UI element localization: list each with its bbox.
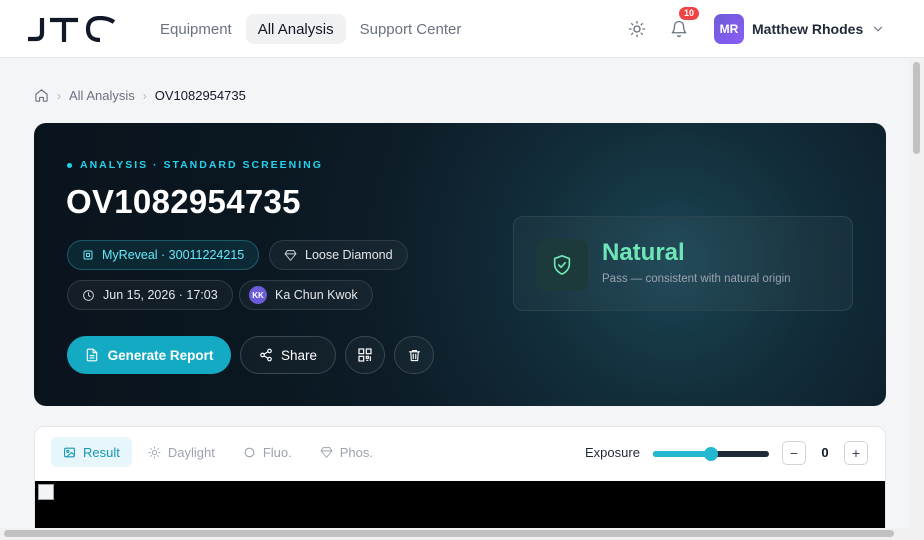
home-icon[interactable] bbox=[34, 88, 49, 103]
vertical-scrollbar-thumb[interactable] bbox=[913, 62, 920, 154]
device-chip[interactable]: MyReveal · 30011224215 bbox=[67, 240, 260, 270]
clock-icon bbox=[83, 289, 94, 301]
analysis-eyebrow: ANALYSIS · STANDARD SCREENING bbox=[67, 159, 323, 171]
stone-type-label: Loose Diamond bbox=[305, 248, 393, 262]
breadcrumb-separator: › bbox=[142, 88, 147, 103]
qr-code-button[interactable] bbox=[345, 336, 385, 374]
trash-icon bbox=[408, 349, 420, 361]
broken-image-icon bbox=[38, 484, 54, 500]
share-label: Share bbox=[280, 347, 318, 363]
delete-button[interactable] bbox=[394, 336, 434, 374]
exposure-slider[interactable] bbox=[653, 447, 769, 461]
diamond-icon bbox=[284, 249, 297, 261]
user-name: Matthew Rhodes bbox=[752, 21, 864, 37]
lighting-tabs: Result Daylight Fluo. Phos. bbox=[51, 437, 385, 467]
verdict-icon-tile bbox=[536, 239, 588, 291]
nav-equipment[interactable]: Equipment bbox=[148, 14, 244, 44]
main-nav: Equipment All Analysis Support Center bbox=[148, 14, 473, 44]
eyebrow-text: ANALYSIS · STANDARD SCREENING bbox=[80, 159, 323, 171]
device-chip-label: MyReveal · 30011224215 bbox=[102, 248, 245, 262]
share-icon bbox=[260, 348, 272, 362]
exposure-label: Exposure bbox=[585, 445, 640, 460]
diamond-icon bbox=[320, 446, 333, 458]
page-title: OV1082954735 bbox=[66, 183, 301, 220]
vertical-scrollbar[interactable] bbox=[909, 58, 924, 528]
operator-chip[interactable]: KK Ka Chun Kwok bbox=[239, 280, 373, 310]
breadcrumb-all-analysis[interactable]: All Analysis bbox=[69, 88, 135, 103]
tab-result[interactable]: Result bbox=[51, 437, 132, 467]
share-button[interactable]: Share bbox=[240, 336, 336, 374]
image-viewer-panel: Result Daylight Fluo. Phos. Exposure − 0… bbox=[34, 426, 886, 540]
nav-support-center[interactable]: Support Center bbox=[348, 14, 474, 44]
exposure-value: 0 bbox=[821, 445, 829, 460]
generate-report-button[interactable]: Generate Report bbox=[67, 336, 231, 374]
top-navbar: Equipment All Analysis Support Center 10… bbox=[0, 0, 924, 58]
tab-phosphorescence[interactable]: Phos. bbox=[308, 437, 385, 467]
shield-check-icon bbox=[553, 255, 571, 275]
notification-count-badge: 10 bbox=[679, 7, 700, 20]
tab-phosphorescence-label: Phos. bbox=[339, 444, 373, 460]
eyebrow-dot bbox=[67, 162, 72, 168]
exposure-decrease-button[interactable]: − bbox=[782, 441, 806, 465]
tab-fluorescence[interactable]: Fluo. bbox=[231, 437, 304, 467]
device-icon bbox=[83, 250, 93, 260]
operator-name: Ka Chun Kwok bbox=[275, 288, 358, 302]
datetime-chip: Jun 15, 2026 · 17:03 bbox=[67, 280, 233, 310]
circle-icon bbox=[244, 447, 255, 457]
exposure-increase-button[interactable]: + bbox=[844, 441, 868, 465]
operator-avatar: KK bbox=[249, 286, 267, 304]
exposure-slider-thumb[interactable] bbox=[704, 447, 718, 461]
verdict-card: Natural Pass — consistent with natural o… bbox=[513, 216, 853, 311]
breadcrumb-current: OV1082954735 bbox=[154, 88, 246, 103]
verdict-description: Pass — consistent with natural origin bbox=[602, 273, 791, 285]
user-menu[interactable]: MR Matthew Rhodes bbox=[714, 14, 885, 44]
bell-icon bbox=[671, 20, 687, 38]
datetime-label: Jun 15, 2026 · 17:03 bbox=[103, 288, 218, 302]
horizontal-scrollbar[interactable] bbox=[0, 528, 924, 540]
nav-all-analysis[interactable]: All Analysis bbox=[245, 14, 346, 44]
verdict-label: Natural bbox=[602, 239, 685, 266]
notifications-button[interactable]: 10 bbox=[666, 7, 700, 42]
sun-icon bbox=[628, 20, 646, 38]
document-icon bbox=[86, 348, 97, 362]
sun-icon bbox=[148, 446, 161, 458]
jtc-logo[interactable] bbox=[28, 16, 116, 42]
tab-result-label: Result bbox=[83, 444, 120, 460]
tab-fluorescence-label: Fluo. bbox=[262, 444, 292, 460]
breadcrumb: › All Analysis › OV1082954735 bbox=[34, 88, 246, 103]
tab-daylight[interactable]: Daylight bbox=[136, 437, 227, 467]
horizontal-scrollbar-thumb[interactable] bbox=[4, 530, 894, 537]
chevron-down-icon bbox=[874, 26, 883, 32]
generate-report-label: Generate Report bbox=[107, 347, 214, 363]
avatar: MR bbox=[714, 14, 744, 44]
analysis-hero-card: ANALYSIS · STANDARD SCREENING OV10829547… bbox=[34, 123, 886, 406]
breadcrumb-separator: › bbox=[57, 88, 61, 103]
theme-toggle-button[interactable] bbox=[624, 16, 650, 42]
tab-daylight-label: Daylight bbox=[167, 444, 215, 460]
stone-type-chip: Loose Diamond bbox=[269, 240, 408, 270]
qr-code-icon bbox=[358, 348, 372, 362]
image-icon bbox=[64, 447, 75, 457]
exposure-slider-fill bbox=[653, 451, 711, 457]
